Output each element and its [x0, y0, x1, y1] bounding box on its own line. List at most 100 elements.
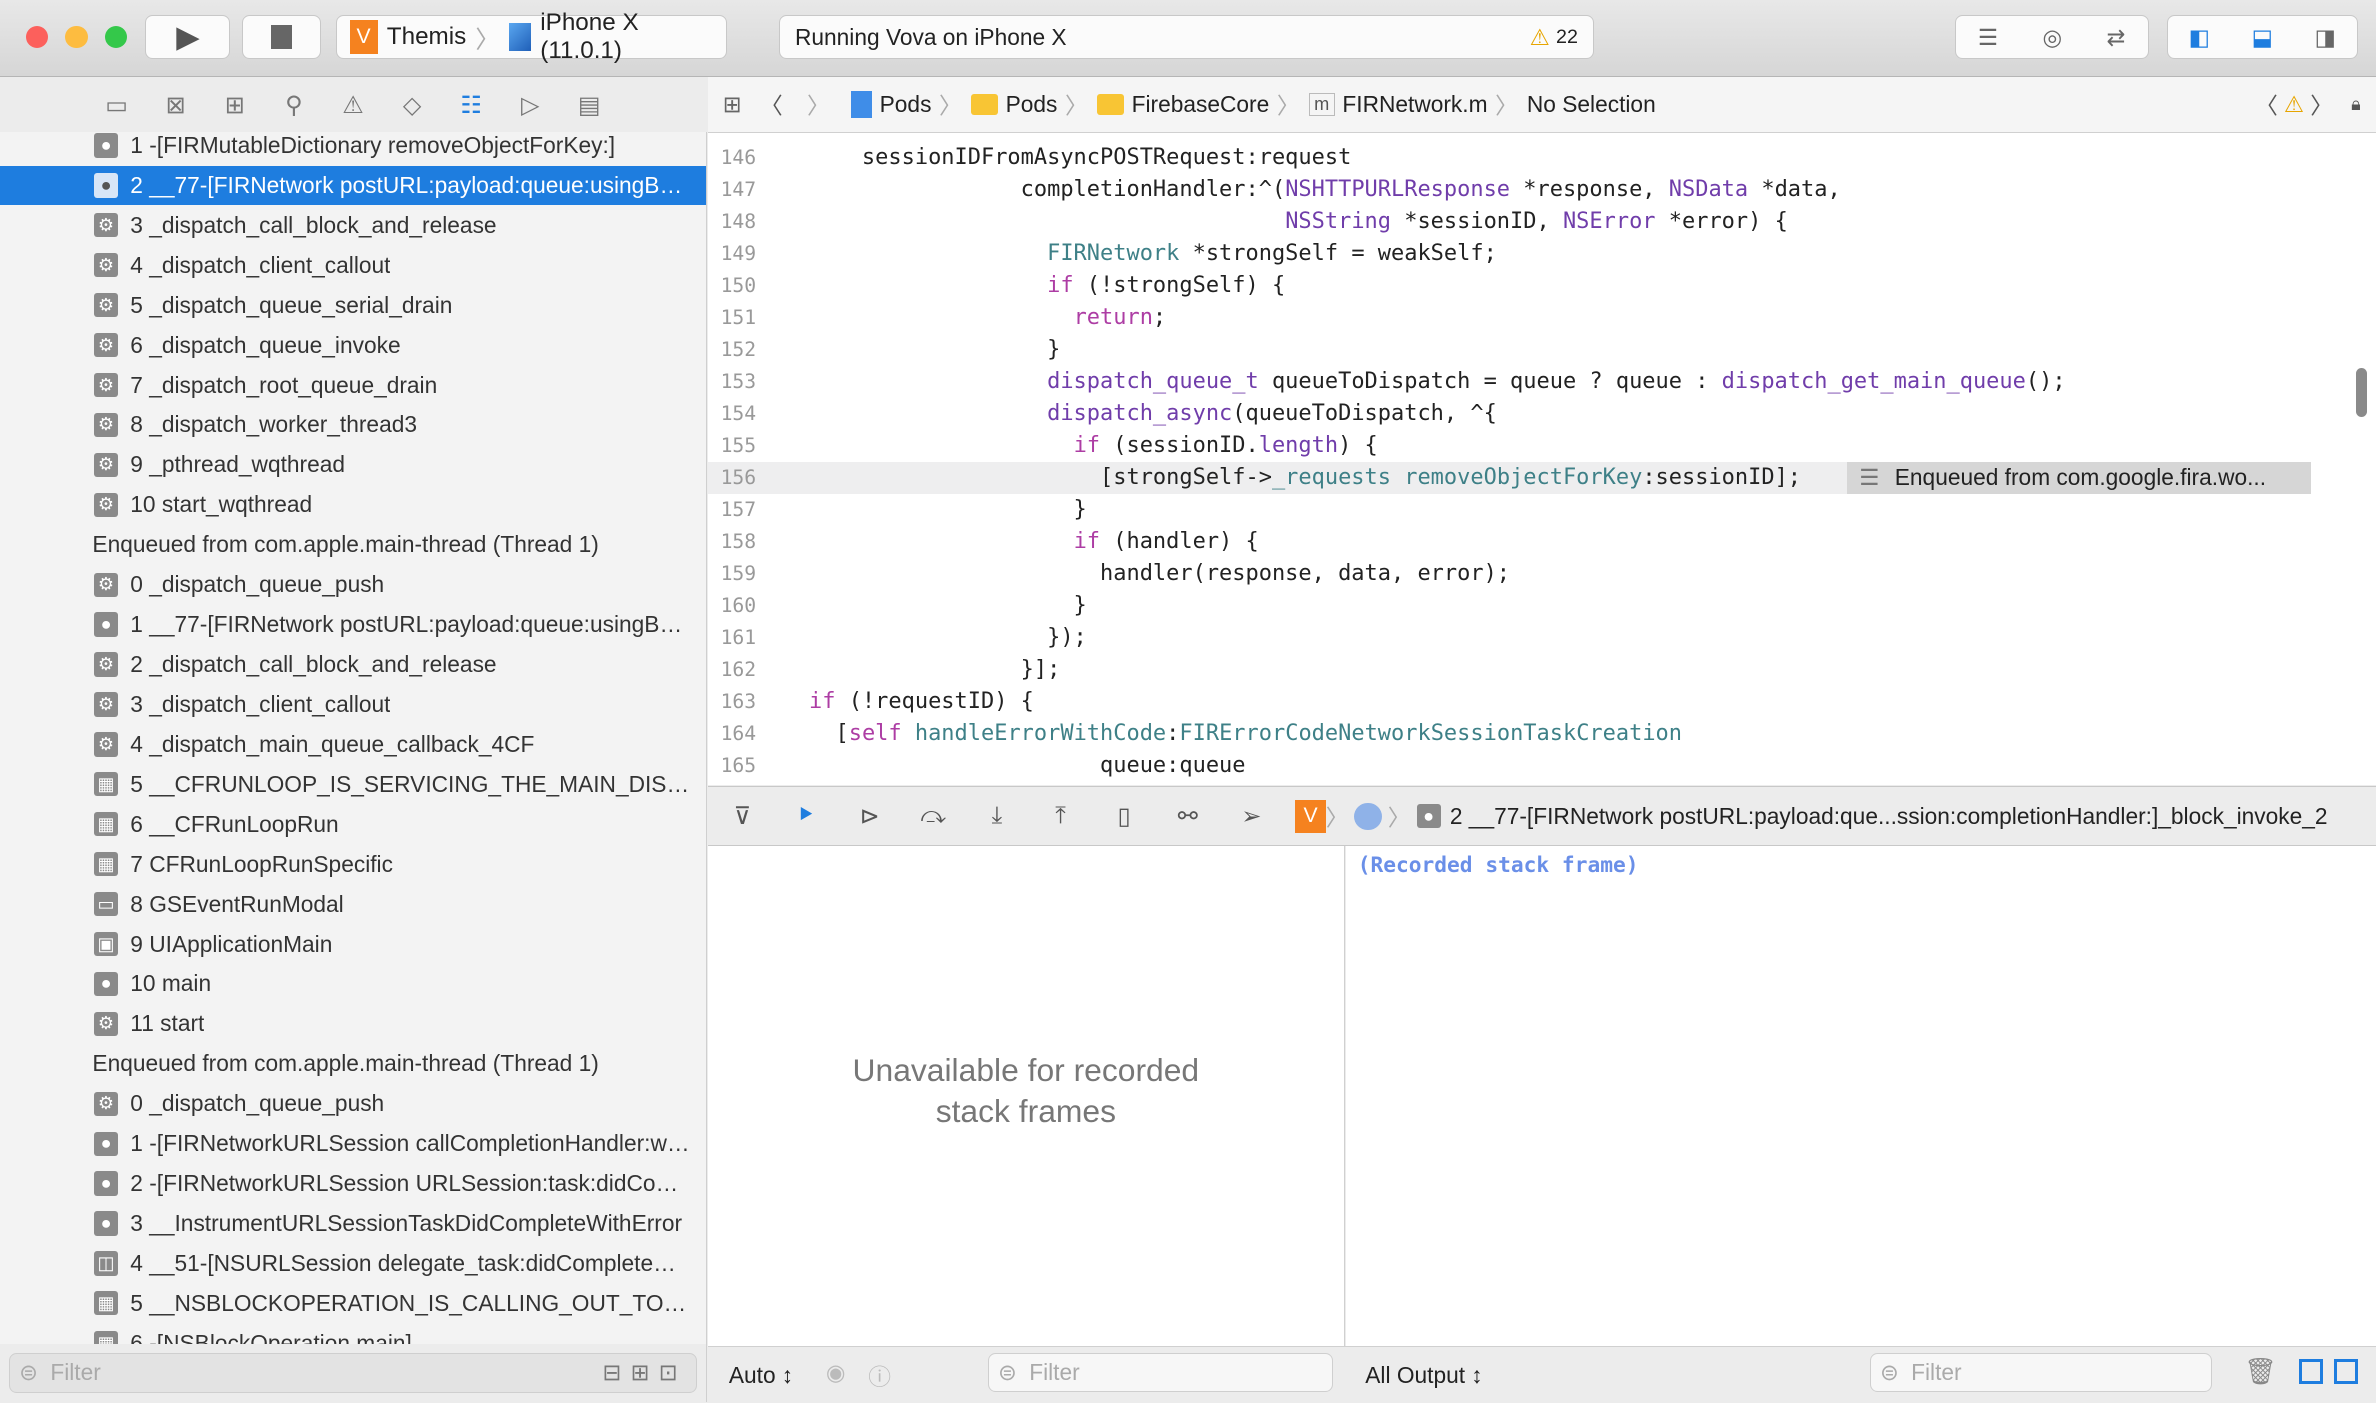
- back-button[interactable]: 〈: [760, 88, 783, 121]
- stack-frame-row[interactable]: ▦ 6 -[NSBlockOperation main]: [0, 1324, 706, 1345]
- code-line[interactable]: 156 [strongSelf->_requests removeObjectF…: [707, 462, 2311, 494]
- show-variables-icon[interactable]: [2298, 1358, 2323, 1385]
- stack-frame-row[interactable]: ⚙ 4 _dispatch_main_queue_callback_4CF: [0, 725, 706, 764]
- warning-icon[interactable]: ⚠: [2284, 91, 2304, 118]
- eye-icon[interactable]: ◉: [826, 1359, 846, 1386]
- warning-icon[interactable]: ⚠: [339, 90, 368, 119]
- run-button[interactable]: ▶: [145, 15, 231, 60]
- stack-frame-row[interactable]: ● 1 -[FIRNetworkURLSession callCompletion…: [0, 1124, 706, 1163]
- filter-options-icon[interactable]: ⊟⊞⊡: [603, 1359, 687, 1386]
- code-line[interactable]: 162 }];: [708, 654, 2311, 686]
- stack-frame-row[interactable]: ⚙ 10 start_wqthread: [0, 485, 706, 524]
- variables-scope-popup[interactable]: Auto ↕: [729, 1362, 793, 1389]
- show-console-icon[interactable]: [2333, 1358, 2358, 1385]
- assistant-editor-icon[interactable]: ◎: [2042, 24, 2062, 51]
- stack-frame-row[interactable]: ⚙ 9 _pthread_wqthread: [0, 445, 706, 484]
- code-line[interactable]: 153 dispatch_queue_t queueToDispatch = q…: [708, 366, 2311, 398]
- search-icon[interactable]: ⚲: [280, 90, 309, 119]
- code-line[interactable]: 160 }: [708, 590, 2311, 622]
- stack-frame-row[interactable]: ● 1 __77-[FIRNetwork postURL:payload:queu…: [0, 605, 706, 644]
- stack-frame-row[interactable]: ● 2 __77-[FIRNetwork postURL:payload:queu…: [0, 165, 707, 206]
- code-line[interactable]: 161 });: [708, 622, 2311, 654]
- breakpoints-toggle-icon[interactable]: ⯈: [789, 801, 822, 831]
- stack-frame-row[interactable]: ⚙ 8 _dispatch_worker_thread3: [0, 405, 706, 444]
- stack-frame-row[interactable]: ⚙ 2 _dispatch_call_block_and_release: [0, 645, 706, 684]
- source-control-icon[interactable]: ⊠: [161, 90, 190, 119]
- previous-issue-button[interactable]: 〈: [2255, 88, 2278, 121]
- debug-area-toggle-icon[interactable]: ⬓: [2252, 24, 2273, 51]
- step-into-icon[interactable]: ⤓: [980, 801, 1013, 831]
- stack-frame-row[interactable]: ⚙ 5 _dispatch_queue_serial_drain: [0, 285, 706, 324]
- forward-button[interactable]: 〉: [807, 88, 830, 121]
- stack-frame-row[interactable]: ◫ 4 __51-[NSURLSession delegate_task:didC…: [0, 1244, 706, 1283]
- stack-frame-row[interactable]: ⚙ 6 _dispatch_queue_invoke: [0, 325, 706, 364]
- minimize-button[interactable]: [65, 25, 88, 49]
- lock-icon[interactable]: 🔒︎: [2351, 94, 2361, 115]
- breakpoint-icon[interactable]: ▷: [516, 90, 545, 119]
- navigator-filter-input[interactable]: ⊜ Filter ⊟⊞⊡: [9, 1353, 698, 1393]
- memory-graph-icon[interactable]: ⚯: [1171, 801, 1204, 831]
- hierarchy-icon[interactable]: ⊞: [221, 90, 250, 119]
- standard-editor-icon[interactable]: ☰: [1978, 24, 1998, 51]
- report-icon[interactable]: ▤: [575, 90, 604, 119]
- console-filter-input[interactable]: ⊜ Filter: [1869, 1352, 2213, 1393]
- code-line[interactable]: 151 return;: [708, 302, 2311, 334]
- console-output-popup[interactable]: All Output ↕: [1365, 1362, 1482, 1389]
- code-line[interactable]: 158 if (handler) {: [708, 526, 2311, 558]
- stack-frame-row[interactable]: ● 1 -[FIRMutableDictionary removeObjectFo…: [0, 132, 706, 165]
- stack-frame-row[interactable]: ⚙ 3 _dispatch_call_block_and_release: [0, 206, 706, 245]
- code-line[interactable]: 147 completionHandler:^(NSHTTPURLRespons…: [708, 174, 2311, 206]
- next-issue-button[interactable]: 〉: [2310, 88, 2333, 121]
- utilities-toggle-icon[interactable]: ◨: [2315, 24, 2336, 51]
- stack-frame-row[interactable]: ▭ 8 GSEventRunModal: [0, 884, 706, 923]
- code-line[interactable]: 164 [self handleErrorWithCode:FIRErrorCo…: [708, 718, 2311, 750]
- hide-debug-area-icon[interactable]: ⊽: [726, 801, 759, 831]
- stack-frame-row[interactable]: ● 2 -[FIRNetworkURLSession URLSession:tas…: [0, 1164, 706, 1203]
- code-line[interactable]: 154 dispatch_async(queueToDispatch, ^{: [708, 398, 2311, 430]
- code-line[interactable]: 157 }: [708, 494, 2311, 526]
- breadcrumb-group[interactable]: Pods 〉: [970, 88, 1088, 121]
- stack-frame-row[interactable]: ⚙ 4 _dispatch_client_callout: [0, 246, 706, 285]
- view-debugger-icon[interactable]: ▯: [1108, 801, 1141, 831]
- editor-scrollbar[interactable]: [2356, 368, 2367, 417]
- step-over-icon[interactable]: ⤼: [917, 801, 950, 831]
- app-icon[interactable]: V: [1295, 799, 1326, 833]
- stack-frame-row[interactable]: ⚙ 7 _dispatch_root_queue_drain: [0, 365, 706, 404]
- code-line[interactable]: 159 handler(response, data, error);: [708, 558, 2311, 590]
- test-icon[interactable]: ◇: [398, 90, 427, 119]
- continue-icon[interactable]: ⊳: [853, 801, 886, 831]
- close-button[interactable]: [25, 25, 49, 49]
- variables-filter-input[interactable]: ⊜ Filter: [987, 1352, 1334, 1393]
- code-line[interactable]: 152 }: [708, 334, 2311, 366]
- breadcrumb-symbol[interactable]: No Selection: [1527, 91, 1656, 118]
- stack-frame-row[interactable]: ▦ 7 CFRunLoopRunSpecific: [0, 844, 706, 883]
- folder-icon[interactable]: ▭: [102, 90, 131, 119]
- current-frame-label[interactable]: 2 __77-[FIRNetwork postURL:payload:que..…: [1450, 803, 2328, 830]
- warning-icon[interactable]: ⚠: [1530, 24, 1550, 51]
- stack-frame-row[interactable]: ⚙ 11 start: [0, 1004, 706, 1043]
- thread-group-header[interactable]: Enqueued from com.apple.main-thread (Thr…: [0, 525, 706, 564]
- code-line[interactable]: 150 if (!strongSelf) {: [708, 270, 2311, 302]
- stack-frame-row[interactable]: ▣ 9 UIApplicationMain: [0, 924, 706, 963]
- step-out-icon[interactable]: ⤒: [1044, 801, 1077, 831]
- warning-count[interactable]: 22: [1556, 26, 1578, 49]
- stack-frame-row[interactable]: ▦ 5 __NSBLOCKOPERATION_IS_CALLING_OUT_TO_…: [0, 1284, 706, 1323]
- trash-icon[interactable]: 🗑︎: [2244, 1357, 2277, 1387]
- enqueued-annotation[interactable]: ☰ Enqueued from com.google.fira.wo...: [1847, 462, 2311, 494]
- zoom-button[interactable]: [104, 25, 128, 49]
- navigator-toggle-icon[interactable]: ◧: [2189, 24, 2210, 51]
- stack-frame-row[interactable]: ▦ 6 __CFRunLoopRun: [0, 805, 706, 844]
- scheme-selector[interactable]: V Themis 〉 iPhone X (11.0.1): [336, 9, 728, 64]
- code-line[interactable]: 146 sessionIDFromAsyncPOSTRequest:reques…: [708, 142, 2311, 174]
- stack-frame-row[interactable]: ● 3 __InstrumentURLSessionTaskDidComplete…: [0, 1204, 706, 1243]
- code-line[interactable]: 148 NSString *sessionID, NSError *error)…: [708, 206, 2311, 238]
- thread-icon[interactable]: [1354, 802, 1382, 830]
- source-editor[interactable]: 146 sessionIDFromAsyncPOSTRequest:reques…: [707, 133, 2376, 785]
- code-line[interactable]: 165 queue:queue: [708, 750, 2311, 782]
- code-line[interactable]: 155 if (sessionID.length) {: [708, 430, 2311, 462]
- breadcrumb-project[interactable]: Pods 〉: [850, 88, 962, 121]
- code-line[interactable]: 163 if (!requestID) {: [708, 686, 2311, 718]
- stack-frame-row[interactable]: ⚙ 0 _dispatch_queue_push: [0, 1084, 706, 1123]
- console-view[interactable]: (Recorded stack frame): [1345, 845, 2376, 1346]
- thread-group-header[interactable]: Enqueued from com.apple.main-thread (Thr…: [0, 1044, 706, 1083]
